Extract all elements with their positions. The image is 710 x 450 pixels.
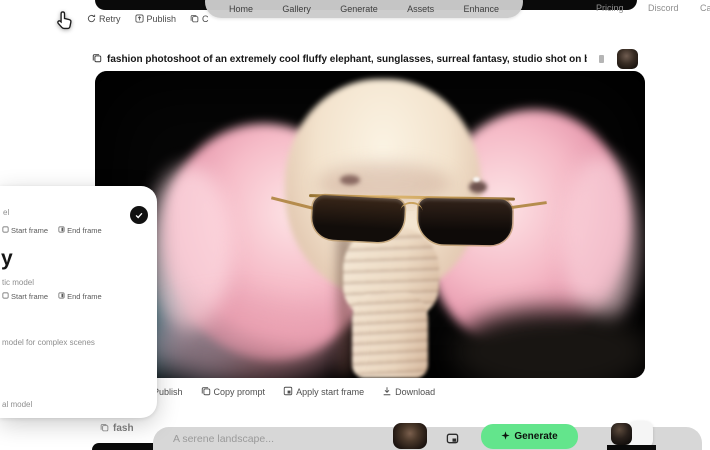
end-frame-icon [58, 292, 65, 301]
elephant-right-ear-fluff [563, 156, 638, 326]
prompt-text: fashion photoshoot of an extremely cool … [107, 54, 587, 65]
start-frame-icon [2, 226, 9, 235]
download-icon [382, 386, 392, 398]
nav-gallery[interactable]: Gallery [282, 4, 311, 14]
model-option-2-frames: Start frame End frame [2, 292, 102, 301]
retry-button[interactable]: Retry [87, 14, 121, 24]
user-avatar[interactable] [611, 423, 632, 445]
frame-icon [283, 386, 293, 398]
nav-assets[interactable]: Assets [407, 4, 434, 14]
copy-prompt-button-partial[interactable]: C [190, 14, 209, 24]
copy-icon [190, 14, 199, 23]
sunglasses [299, 186, 533, 266]
copy-prompt-button[interactable]: Copy prompt [201, 386, 266, 398]
creator-avatar[interactable] [617, 49, 638, 69]
link-pricing[interactable]: Pricing [596, 3, 624, 13]
model-option-3-desc[interactable]: model for complex scenes [2, 338, 95, 347]
elephant-eye-glint [473, 177, 480, 182]
nav-home[interactable]: Home [229, 4, 253, 14]
start-frame-icon [2, 292, 9, 301]
start-frame-chip[interactable]: Start frame [2, 226, 48, 235]
download-button[interactable]: Download [382, 386, 435, 398]
sunglasses-left-lens [311, 195, 405, 244]
model-selector-panel: el Start frame End frame y tic model Sta… [0, 186, 157, 418]
reference-image-thumbnail[interactable] [393, 423, 427, 449]
sunglasses-right-lens [418, 198, 513, 246]
elephant-left-eye [340, 175, 360, 185]
apply-start-frame-button[interactable]: Apply start frame [283, 386, 364, 398]
nav-enhance[interactable]: Enhance [463, 4, 499, 14]
end-frame-chip[interactable]: End frame [58, 226, 102, 235]
elephant-chest-fluff [147, 303, 342, 378]
start-frame-chip[interactable]: Start frame [2, 292, 48, 301]
copy-icon [201, 386, 211, 398]
model-option-1-frames: Start frame End frame [2, 226, 102, 235]
publish-icon [135, 14, 144, 23]
main-nav: Home Gallery Generate Assets Enhance [205, 0, 523, 18]
nav-generate[interactable]: Generate [340, 4, 378, 14]
selected-check-icon [130, 206, 148, 224]
prompt-row: fashion photoshoot of an extremely cool … [92, 49, 652, 69]
next-card-prompt-fragment: fash [113, 423, 134, 434]
prompt-input[interactable] [173, 427, 383, 450]
publish-button[interactable]: Publish [135, 14, 177, 24]
copy-icon [100, 419, 109, 437]
link-discord[interactable]: Discord [648, 3, 679, 13]
card-toolbar: Retry Publish C [87, 12, 209, 25]
sparkle-icon [501, 431, 510, 443]
model-option-4-desc[interactable]: al model [2, 400, 32, 409]
end-frame-chip[interactable]: End frame [58, 292, 102, 301]
link-careers-partial[interactable]: Ca [700, 3, 710, 13]
app-window: Home Gallery Generate Assets Enhance Pri… [0, 0, 710, 450]
next-card-prompt-row: fash [100, 419, 134, 437]
generated-image[interactable] [95, 71, 645, 378]
image-frame-icon[interactable] [446, 432, 459, 450]
elephant-trunk-lower [352, 293, 428, 378]
model-option-2-name[interactable]: y [1, 248, 13, 269]
hand-cursor-icon [55, 10, 75, 37]
end-frame-icon [58, 226, 65, 235]
bookmark-icon[interactable] [599, 55, 604, 63]
retry-icon [87, 14, 96, 23]
copy-icon[interactable] [92, 50, 102, 68]
model-option-2-desc: tic model [2, 278, 34, 287]
generate-button[interactable]: Generate [481, 424, 578, 449]
card-action-row: Publish Copy prompt Apply start frame Do… [140, 385, 435, 399]
next-video-thumbnail-edge [607, 445, 656, 450]
model-option-1-desc[interactable]: el [3, 208, 9, 217]
